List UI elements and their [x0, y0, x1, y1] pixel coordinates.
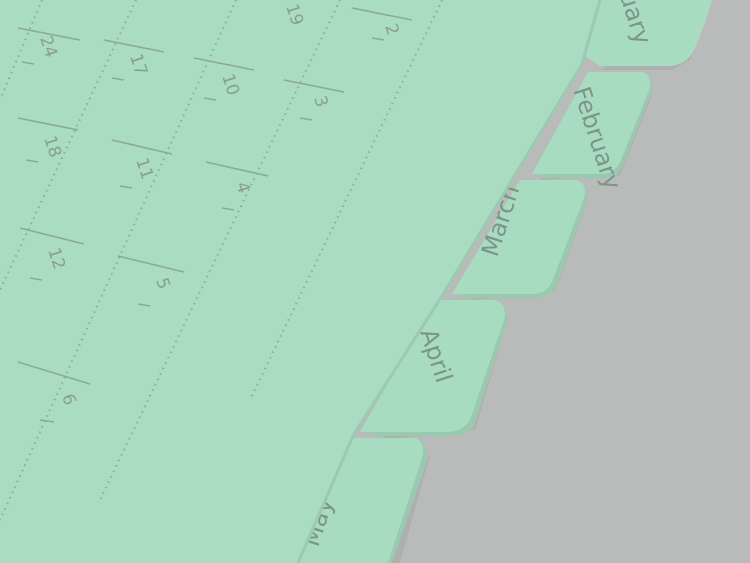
photo-scene: January February March April May 19 2 24… [0, 0, 750, 563]
